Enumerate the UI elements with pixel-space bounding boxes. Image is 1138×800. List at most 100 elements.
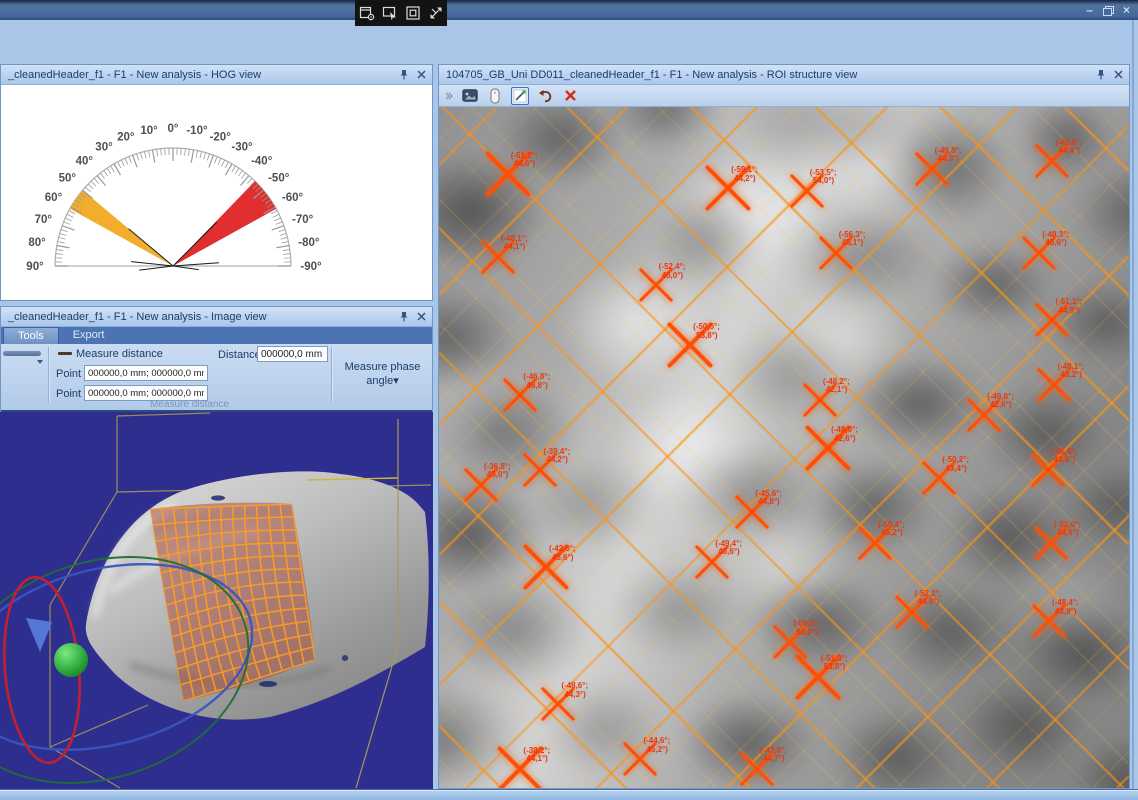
pin-icon[interactable] <box>397 68 411 82</box>
ribbon: Measure distance Distance: Point 1 Point… <box>1 344 432 410</box>
hog-chart-area: -90°-80°-70°-60°-50°-40°-30°-20°-10°0°10… <box>1 85 432 300</box>
roi-image-canvas[interactable]: (-51,2°;44,6°)(-59,1°;44,2°)(-53,5°;54,0… <box>439 107 1129 788</box>
svg-text:60°: 60° <box>45 192 63 204</box>
roi-panel-titlebar[interactable]: 104705_GB_Uni DD011_cleanedHeader_f1 - F… <box>439 65 1129 85</box>
roi-toolbar <box>439 85 1129 107</box>
axis-sphere <box>54 643 88 677</box>
angle-annotation: (-49,6°;44,4°) <box>1055 139 1082 156</box>
chevron-down-icon[interactable] <box>37 360 43 364</box>
roi-annotation-layer: (-51,2°;44,6°)(-59,1°;44,2°)(-53,5°;54,0… <box>439 107 1129 788</box>
3d-scene-svg <box>0 412 433 789</box>
restore-icon[interactable] <box>1103 6 1113 15</box>
measure-distance-icon <box>58 352 72 355</box>
angle-annotation: (-48,3°;45,6°) <box>1042 231 1069 248</box>
angle-annotation: (-46,5°;44,0°) <box>1051 448 1078 465</box>
window-focus-icon[interactable] <box>405 5 421 21</box>
svg-text:10°: 10° <box>140 125 158 137</box>
close-icon[interactable] <box>414 68 428 82</box>
angle-annotation: (-52,4°;45,0°) <box>659 263 686 280</box>
angle-annotation: (-45,6°;44,8°) <box>755 490 782 507</box>
roi-structure-panel: 104705_GB_Uni DD011_cleanedHeader_f1 - F… <box>438 64 1130 789</box>
image-view-title: _cleanedHeader_f1 - F1 - New analysis - … <box>8 311 267 323</box>
hog-panel-titlebar[interactable]: _cleanedHeader_f1 - F1 - New analysis - … <box>1 65 432 85</box>
svg-text:-80°: -80° <box>298 237 320 249</box>
measure-phase-angle-button[interactable]: Measure phase angle▾ <box>334 350 431 398</box>
angle-annotation: (-49,4°;45,6°) <box>715 540 742 557</box>
delete-icon[interactable] <box>561 87 579 105</box>
angle-annotation: (-59,1°;44,2°) <box>731 166 758 183</box>
angle-annotation: (-56,3°;45,1°) <box>839 231 866 248</box>
overflow-icon[interactable] <box>444 87 454 105</box>
measure-distance-label: Measure distance <box>76 348 163 360</box>
angle-annotation: (-44,6°;45,2°) <box>643 737 670 754</box>
svg-text:30°: 30° <box>95 142 113 154</box>
angle-annotation: (-52,2°;44,8°) <box>915 590 942 607</box>
angle-annotation: (-48,2°;42,1°) <box>823 378 850 395</box>
svg-text:40°: 40° <box>76 155 94 167</box>
hog-view-panel: _cleanedHeader_f1 - F1 - New analysis - … <box>0 64 433 301</box>
close-icon[interactable] <box>1111 68 1125 82</box>
svg-text:-70°: -70° <box>292 214 314 226</box>
svg-text:-30°: -30° <box>231 142 253 154</box>
svg-text:-90°: -90° <box>300 261 322 273</box>
svg-text:80°: 80° <box>28 237 46 249</box>
dropdown-caret: ▾ <box>393 375 399 387</box>
window-controls: – × <box>1086 2 1130 18</box>
ribbon-separator <box>48 347 49 402</box>
line-tool-icon[interactable] <box>3 351 41 356</box>
ruler-icon[interactable] <box>486 87 504 105</box>
tab-export[interactable]: Export <box>59 327 119 344</box>
angle-annotation: (-50,2°;43,4°) <box>942 456 969 473</box>
docking-toolbar <box>355 0 447 26</box>
angle-annotation: (-48,6°;44,3°) <box>561 682 588 699</box>
angle-annotation: (-52,0°;44,6°) <box>1054 521 1081 538</box>
svg-text:-20°: -20° <box>210 131 232 143</box>
point1-field[interactable] <box>84 365 208 381</box>
ribbon-tabs: Tools Export <box>1 327 432 344</box>
window-titlebar[interactable]: – × <box>0 0 1138 20</box>
draw-line-icon[interactable] <box>511 87 529 105</box>
protractor-svg: -90°-80°-70°-60°-50°-40°-30°-20°-10°0°10… <box>1 85 432 300</box>
angle-annotation: (-50,0°;54,8°) <box>793 620 820 637</box>
svg-text:-60°: -60° <box>282 192 304 204</box>
angle-annotation: (-39,4°;44,2°) <box>543 448 570 465</box>
undo-icon[interactable] <box>536 87 554 105</box>
window-cursor-icon[interactable] <box>382 5 398 21</box>
window-gear-icon[interactable] <box>359 5 375 21</box>
minimize-button[interactable]: – <box>1086 3 1093 17</box>
3d-viewport[interactable] <box>0 412 433 789</box>
window-arrows-icon[interactable] <box>428 5 444 21</box>
close-icon[interactable] <box>414 310 428 324</box>
angle-annotation: (-42,0°;45,6°) <box>549 545 576 562</box>
angle-annotation: (-50,5°;53,8°) <box>693 323 720 340</box>
svg-text:90°: 90° <box>26 261 44 273</box>
angle-annotation: (-50,4°;45,2°) <box>878 521 905 538</box>
window-bottom-edge <box>0 789 1138 800</box>
image-view-titlebar[interactable]: _cleanedHeader_f1 - F1 - New analysis - … <box>1 307 432 327</box>
image-view-panel: _cleanedHeader_f1 - F1 - New analysis - … <box>0 306 433 412</box>
svg-text:-10°: -10° <box>186 125 208 137</box>
angle-annotation: (-48,1°;44,1°) <box>501 235 528 252</box>
roi-panel-title: 104705_GB_Uni DD011_cleanedHeader_f1 - F… <box>446 69 857 81</box>
close-button[interactable]: × <box>1123 3 1130 17</box>
application-window: – × _cleanedHeader_f1 - F1 <box>0 0 1138 800</box>
svg-text:70°: 70° <box>35 214 53 226</box>
svg-text:50°: 50° <box>59 172 77 184</box>
pin-icon[interactable] <box>1094 68 1108 82</box>
svg-text:20°: 20° <box>117 131 135 143</box>
axis-cone <box>26 618 52 652</box>
image-icon[interactable] <box>461 87 479 105</box>
angle-annotation: (-38,2°;44,1°) <box>523 747 550 764</box>
angle-annotation: (-49,8°;42,6°) <box>987 393 1014 410</box>
ribbon-separator <box>331 347 332 402</box>
angle-annotation: (-46,8°;46,8°) <box>523 373 550 390</box>
distance-field[interactable] <box>257 346 328 362</box>
svg-text:-40°: -40° <box>251 155 273 167</box>
angle-annotation: (-43,8°;44,7°) <box>760 747 787 764</box>
angle-annotation: (-51,1°;44,9°) <box>1055 298 1082 315</box>
angle-annotation: (-48,1°;43,2°) <box>1057 363 1084 380</box>
window-right-edge <box>1132 20 1134 789</box>
pin-icon[interactable] <box>397 310 411 324</box>
svg-text:0°: 0° <box>168 123 179 135</box>
tab-tools[interactable]: Tools <box>3 327 59 344</box>
